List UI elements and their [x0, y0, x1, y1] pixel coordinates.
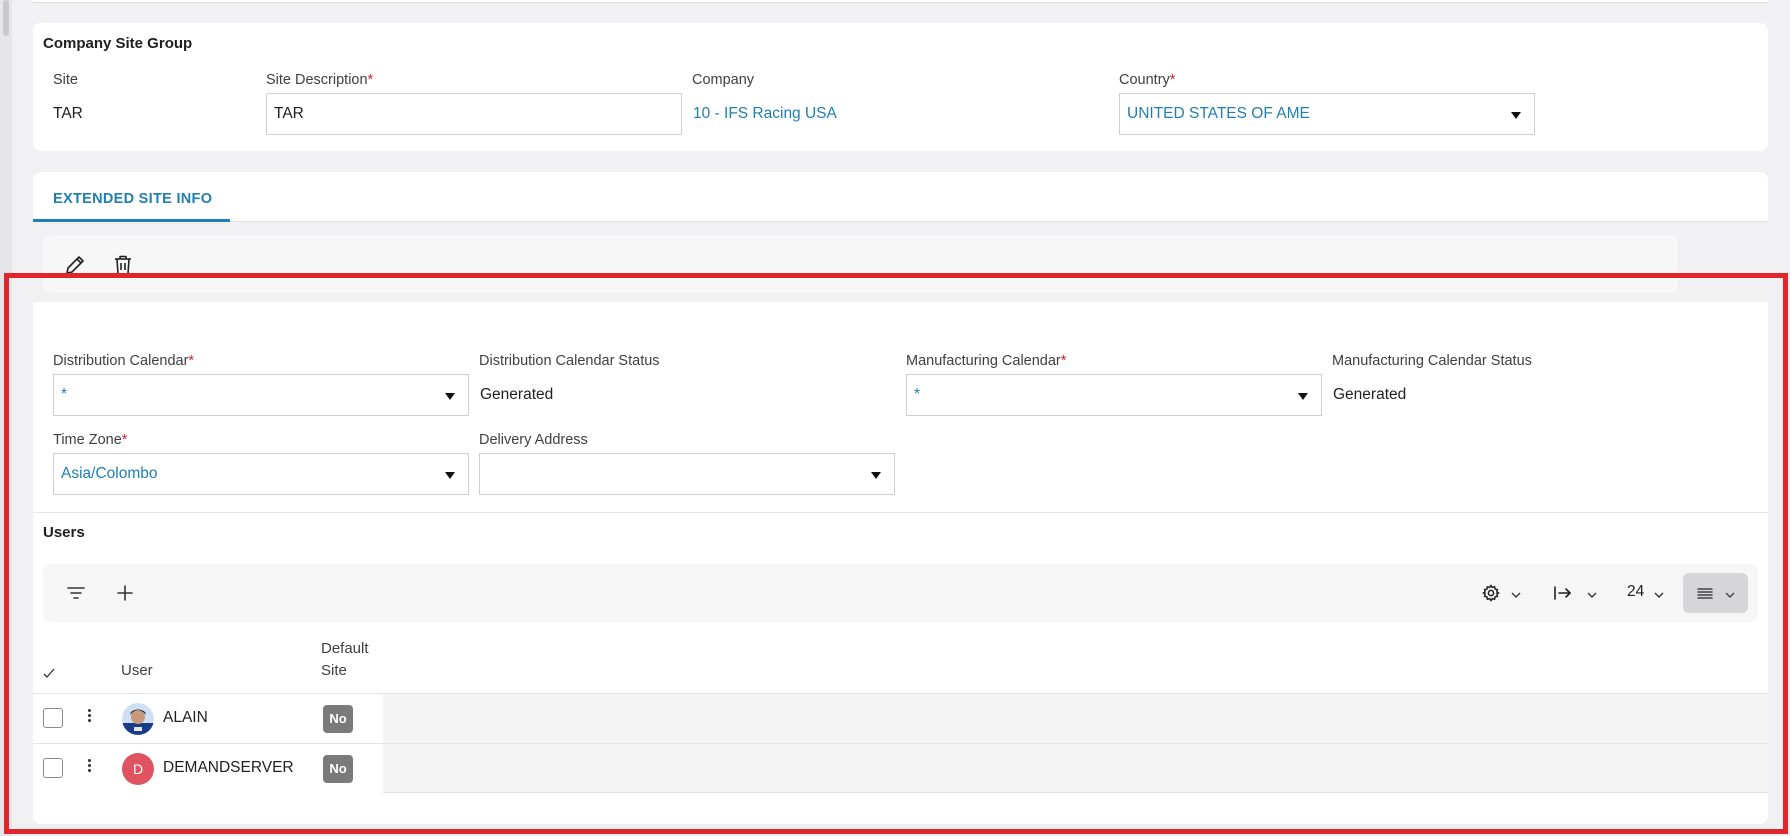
chevron-down-icon	[1725, 587, 1735, 598]
previous-card-edge	[33, 0, 1768, 3]
distribution-calendar-value: *	[61, 386, 68, 403]
time-zone-select[interactable]: Asia/Colombo	[53, 453, 469, 495]
country-value: UNITED STATES OF AME	[1127, 105, 1310, 122]
site-description-label: Site Description*	[266, 72, 374, 88]
column-header-default-site[interactable]: Default Site	[321, 638, 369, 682]
company-link[interactable]: 10 - IFS Racing USA	[693, 105, 837, 123]
page-size-value: 24	[1627, 583, 1645, 600]
scrollbar-thumb[interactable]	[3, 0, 9, 36]
chevron-down-icon	[1511, 587, 1521, 598]
tab-bar: EXTENDED SITE INFO	[33, 172, 1768, 222]
company-site-group-card: Company Site Group Site TAR Site Descrip…	[33, 23, 1768, 151]
divider	[33, 512, 1768, 513]
manufacturing-calendar-value: *	[914, 386, 921, 403]
delivery-address-select[interactable]	[479, 453, 895, 495]
manufacturing-calendar-label: Manufacturing Calendar*	[906, 353, 1067, 369]
trash-icon[interactable]	[111, 253, 135, 277]
tab-extended-site-info[interactable]: EXTENDED SITE INFO	[33, 172, 230, 222]
manufacturing-calendar-status-value: Generated	[1333, 386, 1407, 403]
row-checkbox[interactable]	[43, 708, 63, 728]
filter-icon[interactable]	[64, 581, 88, 605]
distribution-calendar-status-label: Distribution Calendar Status	[479, 353, 660, 369]
site-description-field[interactable]: TAR	[266, 93, 682, 135]
caret-down-icon	[871, 472, 881, 479]
distribution-calendar-status-value: Generated	[480, 386, 554, 403]
add-icon[interactable]	[113, 581, 137, 605]
more-vertical-icon[interactable]	[88, 757, 92, 779]
site-description-value: TAR	[274, 105, 304, 122]
user-name: ALAIN	[163, 709, 208, 726]
record-toolbar	[43, 235, 1678, 293]
manufacturing-calendar-select[interactable]: *	[906, 374, 1322, 416]
site-label: Site	[53, 72, 78, 88]
chevron-down-icon	[1587, 587, 1597, 598]
delivery-address-label: Delivery Address	[479, 432, 588, 448]
time-zone-label: Time Zone*	[53, 432, 128, 448]
more-vertical-icon[interactable]	[88, 707, 92, 729]
select-all-check-icon[interactable]	[42, 666, 56, 680]
users-title: Users	[43, 524, 85, 541]
country-select[interactable]: UNITED STATES OF AME	[1119, 93, 1535, 135]
edit-icon[interactable]	[63, 253, 87, 277]
user-name: DEMANDSERVER	[163, 759, 294, 776]
avatar	[122, 703, 154, 735]
company-label: Company	[692, 72, 755, 88]
manufacturing-calendar-status-label: Manufacturing Calendar Status	[1332, 353, 1532, 369]
caret-down-icon	[445, 393, 455, 400]
caret-down-icon	[1298, 393, 1308, 400]
view-mode-button[interactable]	[1683, 573, 1748, 613]
caret-down-icon	[445, 472, 455, 479]
group-title: Company Site Group	[43, 35, 193, 52]
column-width-button[interactable]	[1543, 573, 1605, 613]
users-grid-toolbar: 24	[43, 564, 1758, 622]
column-header-user[interactable]: User	[121, 660, 153, 682]
chevron-down-icon	[1654, 587, 1664, 598]
caret-down-icon	[1511, 112, 1521, 119]
table-row[interactable]: D DEMANDSERVER No	[33, 743, 1768, 793]
gear-icon	[1479, 581, 1503, 605]
default-site-badge: No	[323, 755, 353, 783]
page-size-button[interactable]: 24	[1619, 573, 1671, 613]
extended-site-info-panel: Distribution Calendar* * Distribution Ca…	[33, 302, 1768, 824]
distribution-calendar-label: Distribution Calendar*	[53, 353, 195, 369]
site-value: TAR	[53, 105, 83, 122]
scrollbar[interactable]	[0, 0, 12, 836]
avatar: D	[122, 753, 154, 785]
time-zone-value: Asia/Colombo	[61, 465, 158, 482]
list-view-icon	[1693, 581, 1717, 605]
default-site-badge: No	[323, 705, 353, 733]
table-row[interactable]: ALAIN No	[33, 693, 1768, 743]
arrow-right-bar-icon	[1551, 581, 1575, 605]
country-label: Country*	[1119, 72, 1176, 88]
distribution-calendar-select[interactable]: *	[53, 374, 469, 416]
row-checkbox[interactable]	[43, 758, 63, 778]
grid-settings-button[interactable]	[1473, 573, 1529, 613]
